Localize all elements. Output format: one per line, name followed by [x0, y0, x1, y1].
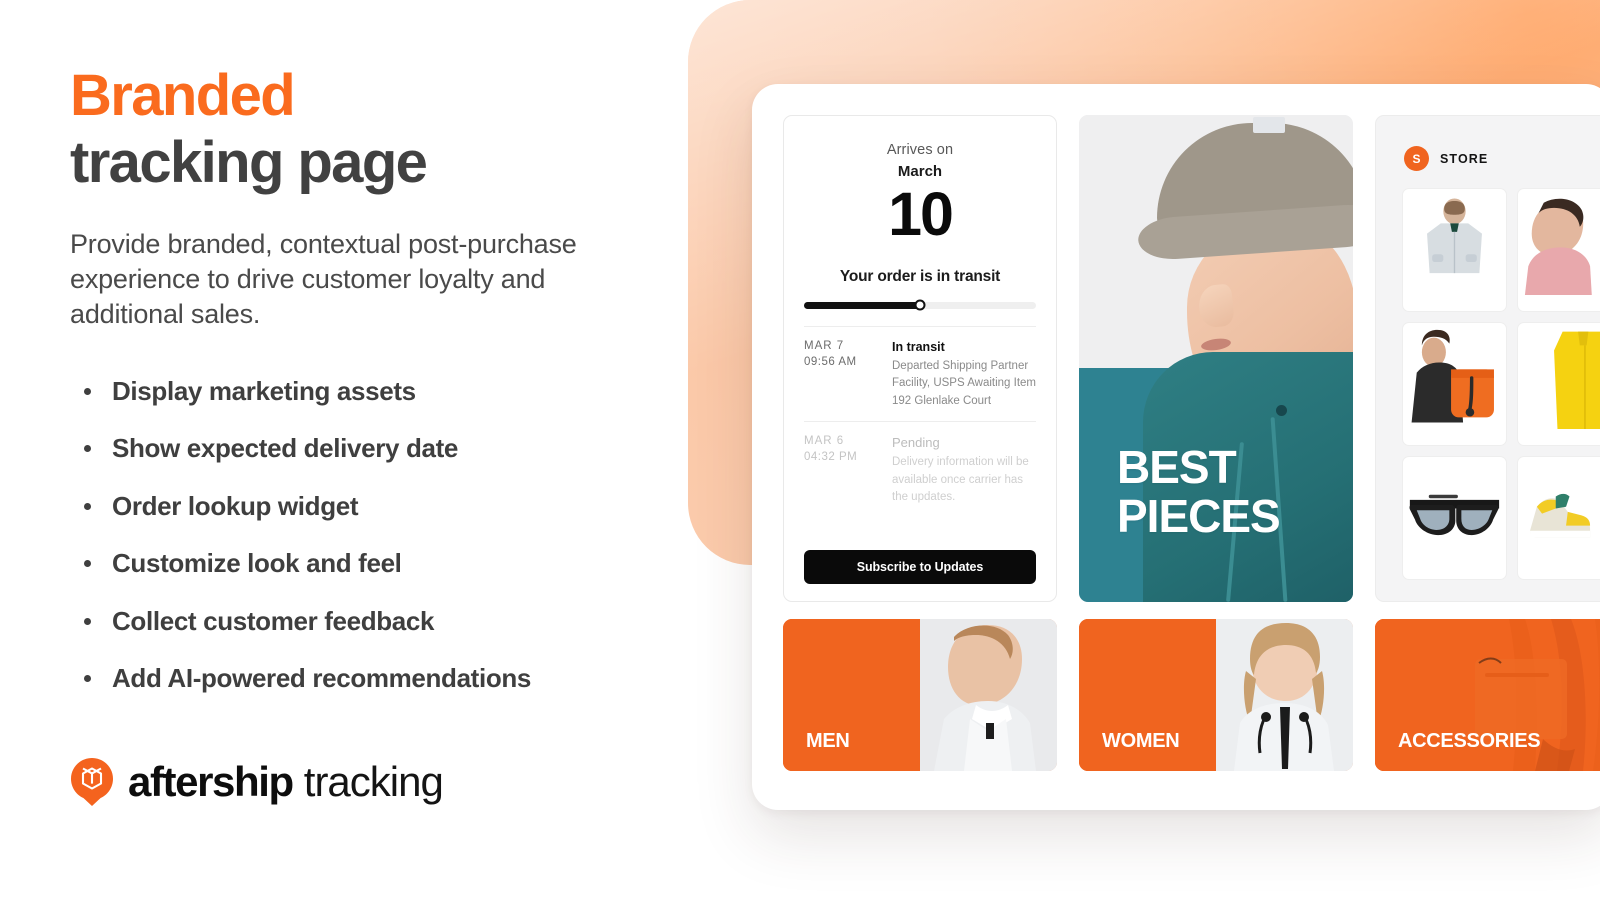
jacket-snap-button-icon	[1276, 405, 1287, 416]
list-item[interactable]	[1402, 322, 1507, 446]
shipment-status-text: Your order is in transit	[839, 267, 1001, 285]
bucket-hat-model-photo	[1079, 115, 1353, 368]
hat-label-tag	[1253, 117, 1285, 133]
arrives-month: March	[897, 163, 943, 180]
category-card-men[interactable]: MEN	[783, 619, 1057, 771]
promo-line-2: PIECES	[1117, 490, 1281, 543]
list-item: Display marketing assets	[70, 376, 670, 407]
orange-backpack-model-icon	[1411, 329, 1494, 423]
list-item[interactable]	[1402, 188, 1507, 312]
logo-wordmark: aftership tracking	[128, 758, 444, 806]
yellow-raincoat-icon	[1554, 331, 1600, 430]
list-item[interactable]	[1517, 322, 1600, 446]
table-row: MAR 7 09:56 AM In transit Departed Shipp…	[804, 325, 1036, 421]
arrives-on-label: Arrives on	[886, 142, 954, 158]
promo-hero-card[interactable]: BEST PIECES	[1079, 115, 1353, 602]
marketing-column: Branded tracking page Provide branded, c…	[70, 62, 670, 721]
page-subtitle: Provide branded, contextual post-purchas…	[70, 228, 577, 329]
list-item: Show expected delivery date	[70, 433, 670, 464]
bullet-icon	[84, 445, 91, 453]
list-item[interactable]	[1517, 188, 1600, 312]
black-sunglasses-icon	[1409, 494, 1500, 536]
category-label: WOMEN	[1102, 730, 1180, 752]
category-label: MEN	[806, 730, 850, 752]
event-timestamp: MAR 7 09:56 AM	[804, 340, 876, 410]
category-color-block	[783, 619, 920, 771]
brand-logo: aftership tracking	[70, 757, 444, 807]
bullet-icon	[84, 560, 91, 568]
progress-fill	[804, 301, 920, 309]
list-item[interactable]	[1402, 456, 1507, 580]
list-item: Order lookup widget	[70, 491, 670, 522]
list-item: Customize look and feel	[70, 548, 670, 579]
page-title-accent: Branded	[70, 63, 296, 128]
female-model-photo	[1216, 619, 1353, 771]
feature-label: Display marketing assets	[112, 375, 416, 406]
male-model-figure-icon	[920, 619, 1057, 771]
event-time: 09:56 AM	[804, 355, 857, 368]
female-model-figure-icon	[1216, 619, 1353, 771]
event-date: MAR 6	[804, 435, 845, 448]
feature-list: Display marketing assets Show expected d…	[70, 376, 670, 695]
event-description: Delivery information will be available o…	[892, 456, 1029, 504]
store-name-label: STORE	[1440, 151, 1489, 166]
list-item: Add AI-powered recommendations	[70, 663, 670, 694]
promo-line-1: BEST	[1117, 440, 1237, 493]
feature-label: Customize look and feel	[112, 548, 402, 579]
yellow-sneakers-icon	[1530, 493, 1591, 538]
event-description: Departed Shipping Partner Facility, USPS…	[892, 359, 1037, 407]
event-date: MAR 7	[804, 339, 845, 352]
category-card-accessories[interactable]: ACCESSORIES	[1375, 619, 1600, 771]
promo-headline: BEST PIECES	[1117, 440, 1281, 543]
event-body: In transit Departed Shipping Partner Fac…	[892, 340, 1036, 410]
bullet-icon	[84, 387, 91, 395]
event-title: In transit	[892, 339, 945, 354]
event-title: Pending	[892, 435, 940, 451]
store-header: S STORE	[1404, 146, 1600, 171]
category-card-row: MEN WOMEN ACCESSORIES	[783, 619, 1600, 771]
bullet-icon	[84, 617, 91, 625]
product-thumbnail-grid	[1392, 188, 1600, 580]
event-timestamp: MAR 6 04:32 PM	[804, 435, 876, 506]
feature-label: Show expected delivery date	[112, 433, 459, 464]
logo-brand: aftership	[128, 758, 294, 805]
logo-product: tracking	[303, 758, 444, 805]
event-body: Pending Delivery information will be ava…	[892, 435, 1036, 506]
shipment-progress-bar	[804, 299, 1036, 311]
male-model-photo	[920, 619, 1057, 771]
tracking-card: Arrives on March 10 Your order is in tra…	[783, 115, 1057, 602]
subscribe-to-updates-button[interactable]: Subscribe to Updates	[804, 550, 1036, 584]
branded-tracking-page-preview: Arrives on March 10 Your order is in tra…	[752, 84, 1600, 810]
category-label: ACCESSORIES	[1398, 730, 1541, 752]
bullet-icon	[84, 675, 91, 683]
grey-anorak-jacket-icon	[1427, 198, 1482, 274]
tracking-event-list: MAR 7 09:56 AM In transit Departed Shipp…	[804, 325, 1036, 518]
store-products-card: S STORE	[1375, 115, 1600, 602]
store-avatar: S	[1404, 146, 1429, 171]
page-title: Branded tracking page	[70, 62, 670, 197]
feature-label: Collect customer feedback	[112, 605, 435, 636]
progress-knob-icon	[914, 299, 926, 311]
list-item[interactable]	[1517, 456, 1600, 580]
aftership-package-pin-icon	[70, 757, 114, 807]
feature-label: Order lookup widget	[112, 490, 359, 521]
arrives-day: 10	[888, 180, 954, 248]
pink-shirt-portrait-icon	[1524, 198, 1592, 296]
table-row: MAR 6 04:32 PM Pending Delivery informat…	[804, 421, 1036, 517]
bullet-icon	[84, 502, 91, 510]
list-item: Collect customer feedback	[70, 606, 670, 637]
category-card-women[interactable]: WOMEN	[1079, 619, 1353, 771]
event-time: 04:32 PM	[804, 451, 858, 464]
feature-label: Add AI-powered recommendations	[112, 663, 532, 694]
page-title-rest: tracking page	[70, 130, 428, 196]
